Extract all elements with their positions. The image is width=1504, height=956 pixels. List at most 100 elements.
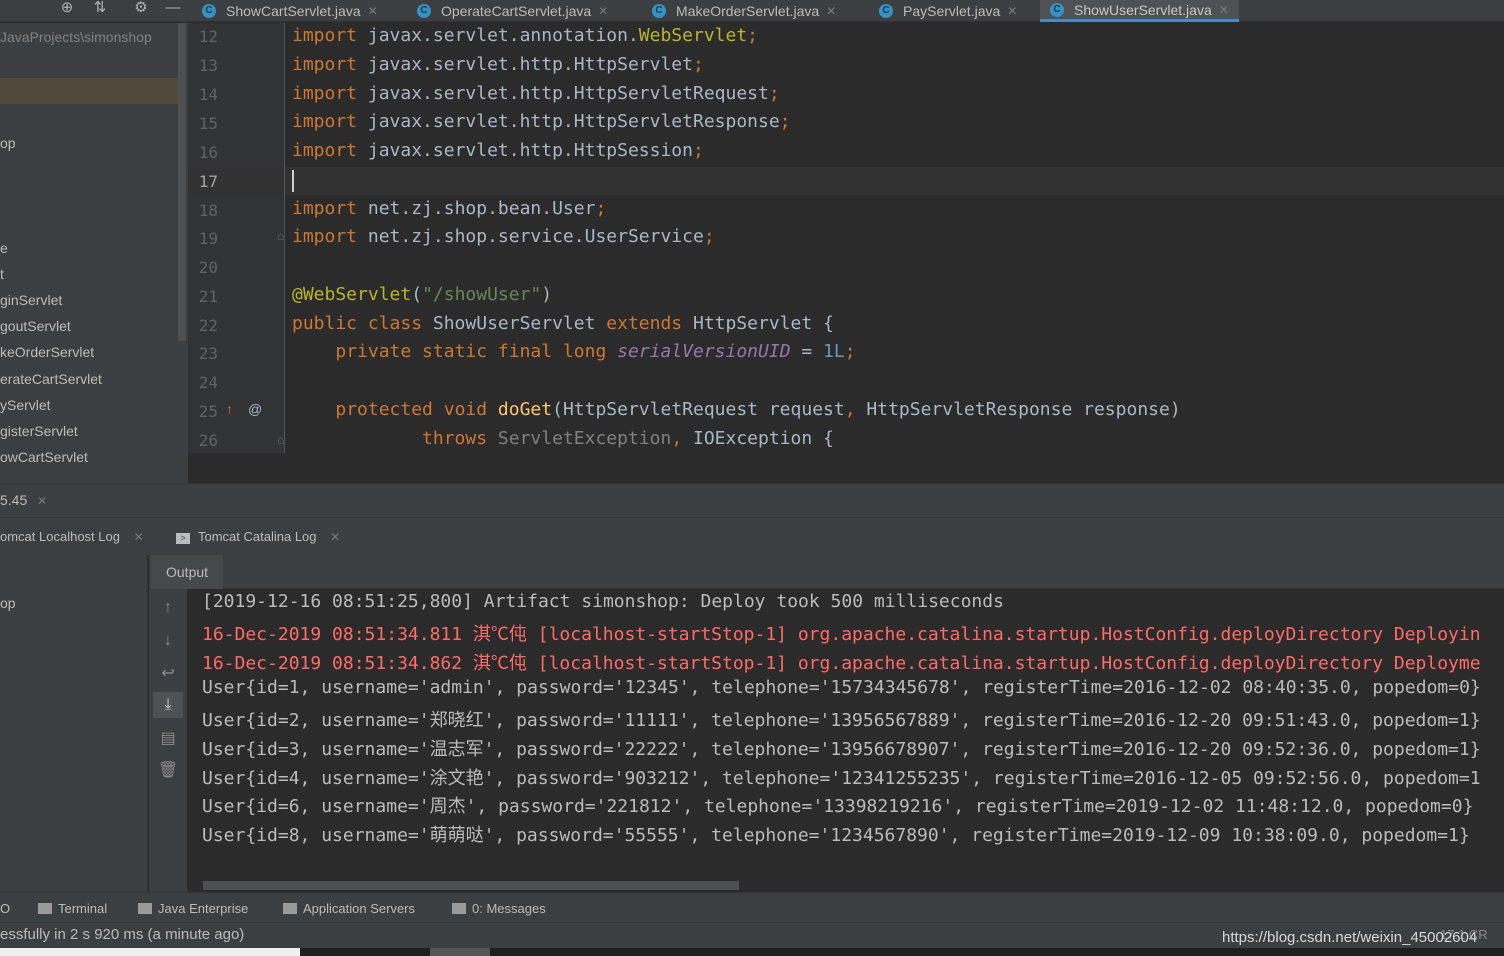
- console-line: User{id=8, username='萌萌哒', password='555…: [202, 825, 1470, 846]
- console-line: [2019-12-16 08:51:25,800] Artifact simon…: [202, 591, 1004, 612]
- close-icon[interactable]: ✕: [330, 530, 340, 544]
- line-number: 13: [198, 56, 218, 75]
- close-icon[interactable]: ✕: [134, 530, 144, 544]
- tab-operatecartservlet[interactable]: C OperateCartServlet.java ✕: [417, 0, 608, 22]
- status-message[interactable]: essfully in 2 s 920 ms (a minute ago): [0, 926, 244, 943]
- tab-label: ShowUserServlet.java: [1074, 1, 1212, 18]
- tab-makeorderservlet[interactable]: C MakeOrderServlet.java ✕: [652, 0, 836, 22]
- scroll-up-icon[interactable]: ↑: [153, 595, 183, 621]
- code-line: import javax.servlet.annotation.WebServl…: [292, 25, 759, 46]
- line-number: 20: [198, 258, 218, 277]
- crosshair-icon[interactable]: ⊕: [56, 0, 78, 18]
- tree-item[interactable]: t: [0, 266, 4, 282]
- tree-item-logoutservlet[interactable]: goutServlet: [0, 318, 71, 334]
- tool-window-bar: O Terminal Java Enterprise Application S…: [0, 892, 1504, 922]
- trash-icon[interactable]: 🗑: [153, 758, 183, 784]
- line-number: 16: [198, 143, 218, 162]
- fold-icon[interactable]: ⌂: [277, 433, 284, 447]
- print-icon[interactable]: ▤: [153, 726, 183, 752]
- messages-icon: [452, 903, 466, 914]
- console-line: User{id=3, username='温志军', password='222…: [202, 739, 1481, 760]
- java-class-icon: C: [1050, 2, 1064, 17]
- console-line: 16-Dec-2019 08:51:34.862 淇℃伅 [localhost-…: [202, 653, 1481, 674]
- tree-item-payservlet[interactable]: yServlet: [0, 397, 51, 413]
- tree-item[interactable]: op: [0, 135, 16, 151]
- collapse-icon[interactable]: ⇅: [89, 0, 111, 18]
- tool-application-servers[interactable]: Application Servers: [283, 901, 415, 916]
- java-class-icon: C: [202, 4, 216, 18]
- close-icon[interactable]: ✕: [368, 4, 378, 18]
- gear-icon[interactable]: ⚙: [130, 0, 152, 18]
- line-number: 21: [198, 287, 218, 306]
- tree-item-showcartservlet[interactable]: owCartServlet: [0, 449, 88, 465]
- line-number: 24: [198, 373, 218, 392]
- line-number: 12: [198, 27, 218, 46]
- tool-messages[interactable]: 0: Messages: [452, 901, 546, 916]
- tab-showuserservlet[interactable]: C ShowUserServlet.java ✕: [1040, 0, 1239, 22]
- tab-label: MakeOrderServlet.java: [676, 3, 820, 19]
- line-number: 14: [198, 85, 218, 104]
- code-line: @WebServlet("/showUser"): [292, 284, 553, 305]
- log-tab-bar: omcat Localhost Log ✕ > Tomcat Catalina L…: [0, 517, 1504, 555]
- override-marker-icon[interactable]: ↑: [226, 401, 233, 417]
- text-caret: [292, 170, 294, 192]
- tab-payservlet[interactable]: C PayServlet.java ✕: [879, 0, 1017, 22]
- servers-icon: [283, 903, 297, 914]
- line-number: 22: [198, 316, 218, 335]
- minimize-icon[interactable]: —: [162, 0, 184, 18]
- code-line: import javax.servlet.http.HttpServletRes…: [292, 111, 791, 132]
- close-icon[interactable]: ✕: [37, 494, 47, 508]
- close-icon[interactable]: ✕: [1007, 4, 1017, 18]
- console-line: 16-Dec-2019 08:51:34.811 淇℃伅 [localhost-…: [202, 624, 1481, 645]
- os-taskbar: [0, 948, 1504, 956]
- project-panel: JavaProjects\simonshop op e t ginServlet…: [0, 23, 188, 483]
- code-line: import net.zj.shop.bean.User;: [292, 198, 607, 219]
- console-horizontal-scrollbar[interactable]: [203, 881, 739, 890]
- java-class-icon: C: [417, 4, 431, 18]
- scroll-down-icon[interactable]: ↓: [153, 628, 183, 654]
- console-line: User{id=6, username='周杰', password='2218…: [202, 796, 1474, 817]
- tab-localhost-log[interactable]: omcat Localhost Log ✕: [0, 529, 144, 544]
- close-icon[interactable]: ✕: [598, 4, 608, 18]
- current-line-highlight: [188, 167, 1504, 195]
- tree-item[interactable]: e: [0, 240, 8, 256]
- output-tab-bar: Output: [149, 555, 1504, 589]
- scroll-to-end-icon[interactable]: ⤓: [153, 692, 183, 718]
- fold-icon[interactable]: ⌂: [277, 229, 284, 243]
- project-scrollbar[interactable]: [178, 23, 186, 341]
- code-line: import javax.servlet.http.HttpSession;: [292, 140, 704, 161]
- close-icon[interactable]: ✕: [826, 4, 836, 18]
- console-output[interactable]: [2019-12-16 08:51:25,800] Artifact simon…: [187, 589, 1504, 892]
- annotation-marker-icon[interactable]: @: [248, 401, 262, 417]
- selected-tree-row[interactable]: [0, 78, 178, 104]
- run-config-tab[interactable]: 5.45 ✕: [0, 492, 47, 508]
- tree-item-registerservlet[interactable]: gisterServlet: [0, 423, 78, 439]
- tree-item-makeorderservlet[interactable]: keOrderServlet: [0, 344, 94, 360]
- tab-showcartservlet[interactable]: C ShowCartServlet.java ✕: [202, 0, 378, 22]
- editor-tab-bar: ⊕ ⇅ ⚙ — C ShowCartServlet.java ✕ C Opera…: [0, 0, 1504, 22]
- line-number: 18: [198, 201, 218, 220]
- code-line: throws ServletException, IOException {: [422, 428, 834, 449]
- close-icon[interactable]: ✕: [1219, 3, 1229, 17]
- java-enterprise-icon: [138, 903, 152, 914]
- status-bar: essfully in 2 s 920 ms (a minute ago) 17…: [0, 922, 1504, 948]
- soft-wrap-icon[interactable]: ↩: [153, 661, 183, 687]
- terminal-icon: [38, 903, 52, 914]
- tool-todo[interactable]: O: [0, 901, 10, 916]
- code-line: protected void doGet(HttpServletRequest …: [335, 399, 1181, 420]
- tool-terminal[interactable]: Terminal: [38, 901, 107, 916]
- project-toolbar: ⊕ ⇅ ⚙ —: [0, 0, 192, 22]
- line-number: 25: [198, 402, 218, 421]
- tool-java-enterprise[interactable]: Java Enterprise: [138, 901, 248, 916]
- taskbar-segment: [430, 948, 490, 956]
- tab-catalina-log[interactable]: > Tomcat Catalina Log ✕: [176, 529, 340, 544]
- console-line: User{id=4, username='涂文艳', password='903…: [202, 768, 1481, 789]
- deployment-pane: op: [0, 555, 148, 892]
- tree-item-operatecartservlet[interactable]: erateCartServlet: [0, 371, 102, 387]
- code-line: import net.zj.shop.service.UserService;: [292, 226, 715, 247]
- tree-item-loginservlet[interactable]: ginServlet: [0, 292, 62, 308]
- tab-output[interactable]: Output: [151, 555, 224, 589]
- console-line: User{id=1, username='admin', password='1…: [202, 677, 1481, 698]
- deployment-item[interactable]: op: [0, 595, 16, 611]
- code-line: public class ShowUserServlet extends Htt…: [292, 313, 834, 334]
